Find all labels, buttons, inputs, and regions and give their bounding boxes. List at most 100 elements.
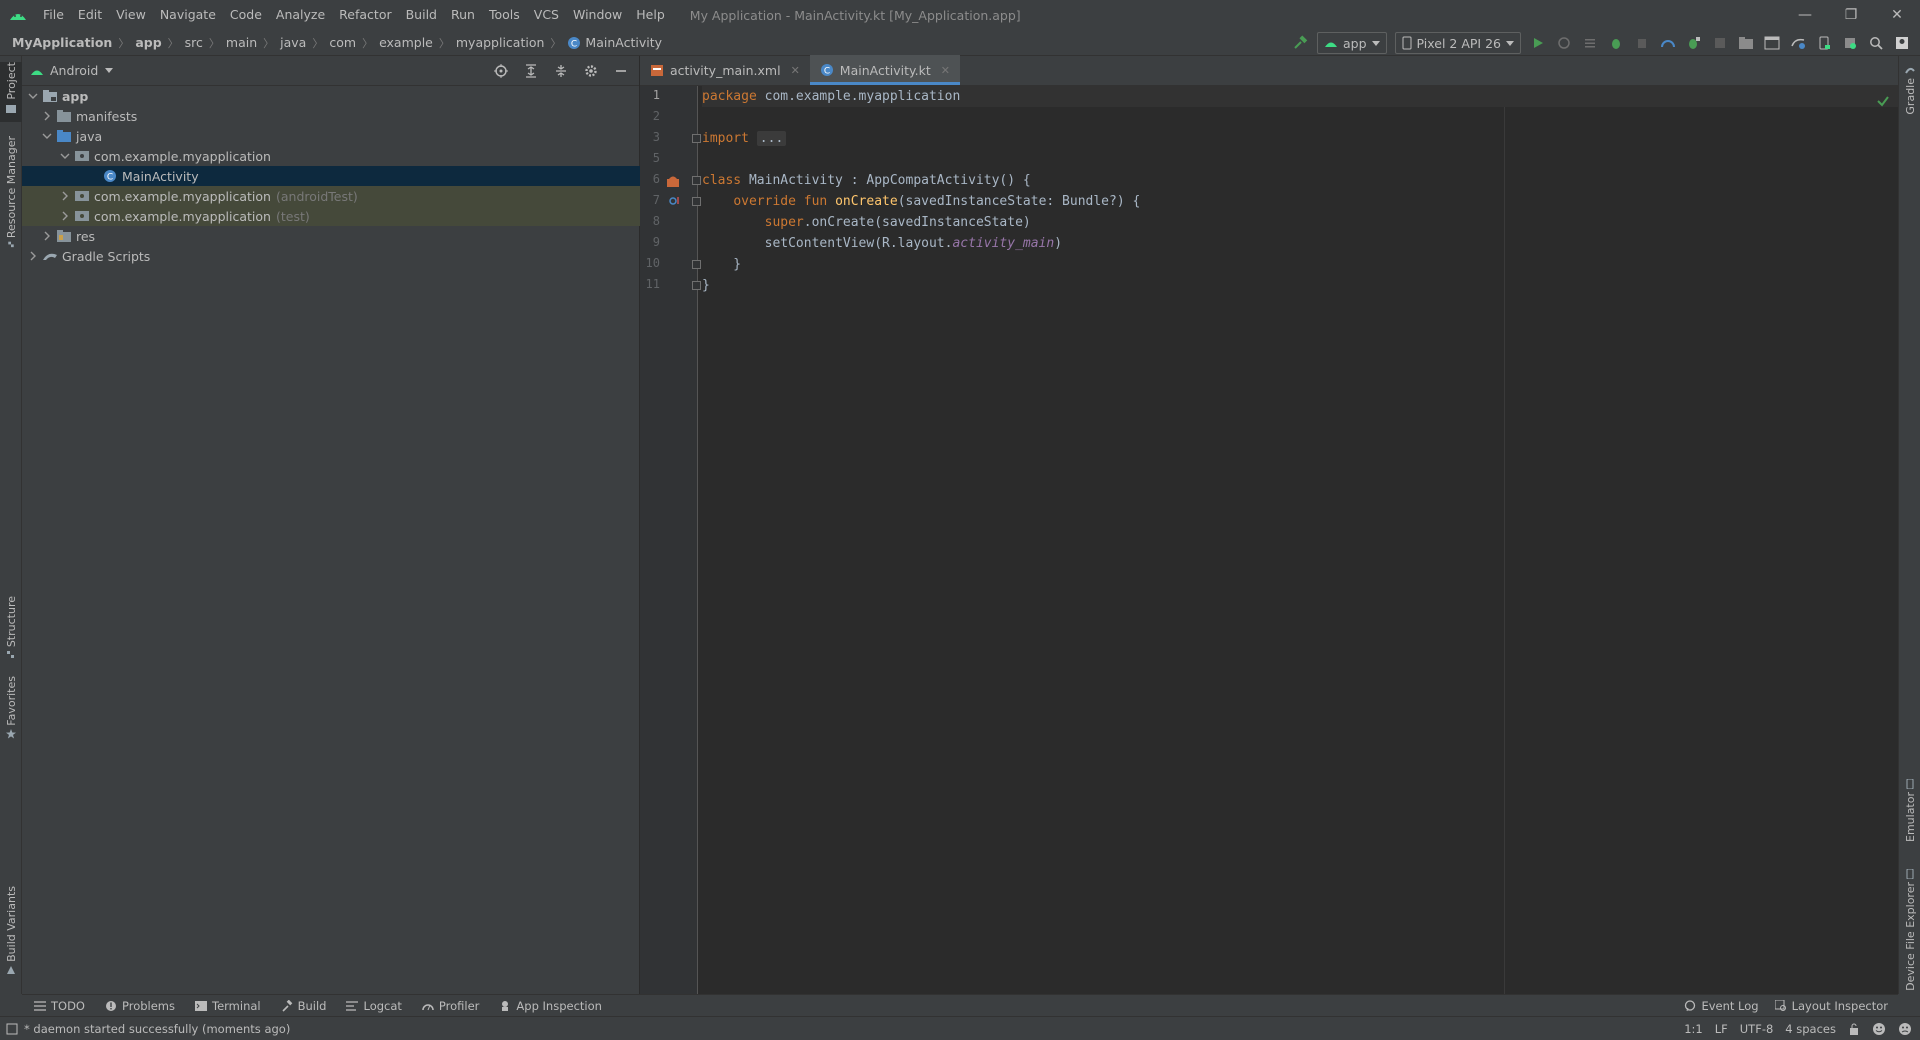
logcat-tool-button[interactable]: Logcat — [346, 999, 402, 1013]
close-window-button[interactable]: ✕ — [1874, 0, 1920, 30]
editor-gutter[interactable]: 1 2 3 5 6 7 8 9 10 11 — [640, 86, 701, 994]
code-line[interactable]: super.onCreate(savedInstanceState) — [702, 212, 1898, 233]
smiley-icon[interactable] — [1872, 1022, 1886, 1036]
layout-inspector-tool-button[interactable]: Layout Inspector — [1774, 999, 1888, 1013]
chevron-down-icon[interactable] — [105, 68, 114, 73]
menu-vcs[interactable]: VCS — [527, 0, 566, 30]
status-message[interactable]: * daemon started successfully (moments a… — [6, 1022, 290, 1036]
breadcrumb-src[interactable]: src — [185, 35, 203, 50]
menu-navigate[interactable]: Navigate — [153, 0, 223, 30]
run-activity-gutter-icon[interactable] — [666, 174, 680, 188]
sync-gradle-icon[interactable] — [1786, 32, 1810, 54]
code-line[interactable]: package com.example.myapplication — [702, 86, 1898, 107]
close-icon[interactable]: ✕ — [791, 64, 800, 77]
hide-panel-icon[interactable] — [609, 60, 633, 82]
tree-item-mainactivity[interactable]: C MainActivity — [22, 166, 640, 186]
breadcrumb-myapplication[interactable]: myapplication — [456, 35, 545, 50]
tree-item-android-test-package[interactable]: com.example.myapplication (androidTest) — [22, 186, 640, 206]
layout-icon[interactable] — [1760, 32, 1784, 54]
file-encoding[interactable]: UTF-8 — [1740, 1022, 1774, 1036]
tab-activity-main-xml[interactable]: activity_main.xml ✕ — [640, 55, 810, 85]
project-tool-tab[interactable]: Project — [0, 62, 22, 122]
tree-item-app[interactable]: app — [22, 86, 640, 106]
run-icon[interactable] — [1526, 32, 1550, 54]
code-line[interactable]: import ... — [702, 128, 1898, 149]
emulator-tool-tab[interactable]: Emulator — [1899, 776, 1920, 856]
breadcrumb-example[interactable]: example — [379, 35, 433, 50]
indent-setting[interactable]: 4 spaces — [1785, 1022, 1836, 1036]
restore-button[interactable]: ❐ — [1828, 0, 1874, 30]
fold-toggle-icon[interactable] — [692, 260, 701, 269]
tree-item-manifests[interactable]: manifests — [22, 106, 640, 126]
tree-item-java[interactable]: java — [22, 126, 640, 146]
breadcrumb-app[interactable]: app — [135, 35, 161, 50]
project-structure-icon[interactable] — [1734, 32, 1758, 54]
chevron-down-icon[interactable] — [26, 89, 40, 103]
run-config-select[interactable]: app — [1317, 32, 1387, 54]
resource-manager-tool-tab[interactable]: Resource Manager — [0, 136, 22, 251]
build-tool-button[interactable]: Build — [281, 999, 326, 1013]
chevron-right-icon[interactable] — [26, 249, 40, 263]
todo-tool-button[interactable]: TODO — [34, 999, 85, 1013]
code-area[interactable]: package com.example.myapplication import… — [702, 86, 1898, 994]
code-line[interactable]: setContentView(R.layout.activity_main) — [702, 233, 1898, 254]
gear-icon[interactable] — [579, 60, 603, 82]
build-variants-tool-tab[interactable]: Build Variants — [0, 886, 22, 982]
caret-position[interactable]: 1:1 — [1684, 1022, 1703, 1036]
breadcrumb-java[interactable]: java — [280, 35, 306, 50]
menu-build[interactable]: Build — [399, 0, 444, 30]
terminal-tool-button[interactable]: Terminal — [195, 999, 261, 1013]
tab-mainactivity-kt[interactable]: C MainActivity.kt ✕ — [809, 55, 961, 85]
expand-all-icon[interactable] — [519, 60, 543, 82]
event-log-tool-button[interactable]: Event Log — [1684, 999, 1759, 1013]
project-view-mode-select[interactable]: Android — [50, 63, 98, 78]
favorites-tool-tab[interactable]: Favorites — [0, 676, 22, 754]
chevron-right-icon[interactable] — [40, 229, 54, 243]
structure-tool-tab[interactable]: Structure — [0, 596, 22, 666]
sdk-manager-icon[interactable] — [1838, 32, 1862, 54]
tree-item-package[interactable]: com.example.myapplication — [22, 146, 640, 166]
coverage-icon[interactable] — [1630, 32, 1654, 54]
locate-file-icon[interactable] — [489, 60, 513, 82]
hammer-icon[interactable] — [1288, 32, 1312, 54]
stop-icon[interactable] — [1708, 32, 1732, 54]
debug-icon[interactable] — [1604, 32, 1628, 54]
code-line[interactable]: } — [702, 254, 1898, 275]
app-inspection-tool-button[interactable]: App Inspection — [499, 999, 602, 1013]
breadcrumb-com[interactable]: com — [329, 35, 356, 50]
code-line[interactable]: override fun onCreate(savedInstanceState… — [702, 191, 1898, 212]
device-file-explorer-tool-tab[interactable]: Device File Explorer — [1899, 866, 1920, 991]
menu-tools[interactable]: Tools — [482, 0, 527, 30]
menu-analyze[interactable]: Analyze — [269, 0, 332, 30]
apply-changes-icon[interactable] — [1552, 32, 1576, 54]
gradle-tool-tab[interactable]: Gradle — [1899, 62, 1920, 132]
menu-help[interactable]: Help — [629, 0, 672, 30]
breadcrumb-mainactivity[interactable]: MainActivity — [585, 35, 662, 50]
close-icon[interactable]: ✕ — [941, 64, 950, 77]
menu-refactor[interactable]: Refactor — [332, 0, 398, 30]
toggle-tool-windows-icon[interactable] — [6, 1023, 18, 1035]
profile-icon[interactable] — [1656, 32, 1680, 54]
menu-run[interactable]: Run — [444, 0, 482, 30]
menu-view[interactable]: View — [109, 0, 153, 30]
menu-window[interactable]: Window — [566, 0, 629, 30]
chevron-right-icon[interactable] — [58, 209, 72, 223]
search-icon[interactable] — [1864, 32, 1888, 54]
user-account-icon[interactable] — [1890, 32, 1914, 54]
menu-file[interactable]: File — [36, 0, 71, 30]
profiler-tool-button[interactable]: Profiler — [422, 999, 479, 1013]
fold-toggle-icon[interactable] — [692, 197, 701, 206]
tree-item-test-package[interactable]: com.example.myapplication (test) — [22, 206, 640, 226]
chevron-down-icon[interactable] — [58, 149, 72, 163]
fold-toggle-icon[interactable] — [692, 281, 701, 290]
breadcrumb-project[interactable]: MyApplication — [12, 35, 112, 50]
fold-toggle-icon[interactable] — [692, 134, 701, 143]
tree-item-gradle-scripts[interactable]: Gradle Scripts — [22, 246, 640, 266]
avd-manager-icon[interactable] — [1812, 32, 1836, 54]
attach-debugger-icon[interactable] — [1682, 32, 1706, 54]
folded-imports[interactable]: ... — [756, 131, 787, 146]
line-separator[interactable]: LF — [1715, 1022, 1728, 1036]
code-line[interactable]: } — [702, 275, 1898, 296]
device-select[interactable]: Pixel 2 API 26 — [1394, 32, 1521, 54]
feedback-icon[interactable] — [1898, 1022, 1912, 1036]
